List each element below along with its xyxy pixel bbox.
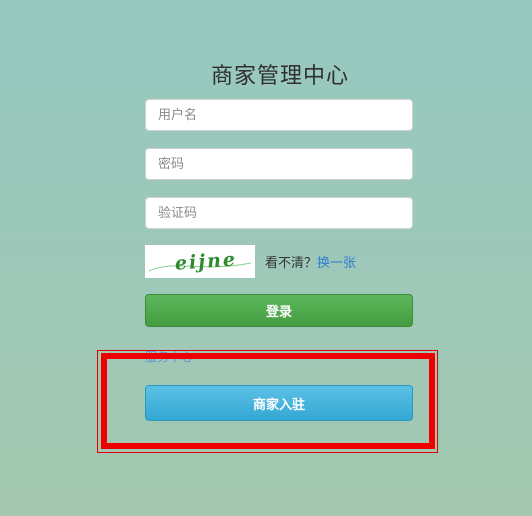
captcha-refresh-link[interactable]: 换一张 (317, 256, 356, 271)
password-input[interactable] (145, 148, 413, 180)
captcha-hint-text: 看不清？ (265, 256, 318, 271)
merchant-register-button[interactable]: 商家入驻 (145, 385, 413, 421)
service-center-link[interactable]: 服务中心 (145, 348, 193, 365)
captcha-image[interactable]: eijne (145, 245, 255, 278)
page-title: 商家管理中心 (210, 64, 349, 89)
captcha-image-text: eijne (174, 248, 237, 274)
login-button[interactable]: 登录 (145, 294, 413, 327)
captcha-input[interactable] (145, 197, 413, 229)
captcha-hint-row: 看不清？换一张 (265, 252, 356, 271)
username-input[interactable] (145, 99, 413, 131)
